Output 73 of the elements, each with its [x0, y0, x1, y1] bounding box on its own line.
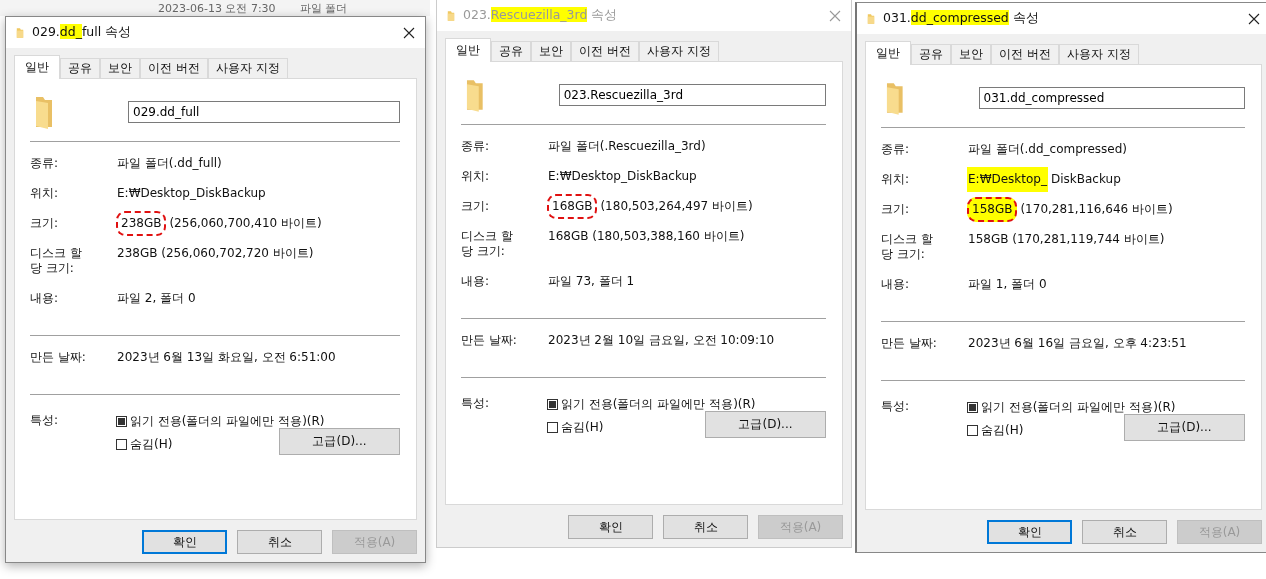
- tab[interactable]: 보안: [100, 58, 140, 78]
- name-field[interactable]: 029.dd_full: [128, 101, 400, 123]
- tab[interactable]: 일반: [865, 41, 911, 65]
- checkbox[interactable]: 숨김(H): [967, 422, 1024, 439]
- dialog-button[interactable]: 취소: [237, 530, 322, 554]
- tab[interactable]: 공유: [911, 44, 951, 64]
- window-title: 031.dd_compressed 속성: [883, 10, 1040, 27]
- dialog-button[interactable]: 확인: [142, 530, 227, 554]
- tab[interactable]: 사용자 지정: [1058, 44, 1139, 64]
- folder-icon: [465, 78, 485, 112]
- property-value: E:₩Desktop_DiskBackup: [547, 168, 698, 185]
- dialog-button[interactable]: 확인: [987, 520, 1072, 544]
- property-label: 크기:: [30, 216, 60, 231]
- file-list-text: 2023-06-13 오전 7:30: [158, 1, 276, 16]
- property-value: 2023년 6월 13일 화요일, 오전 6:51:00: [116, 349, 337, 366]
- property-label: 특성:: [881, 399, 911, 415]
- property-value: 238GB (256,060,700,410 바이트): [116, 210, 325, 237]
- advanced-button[interactable]: 고급(D)...: [279, 428, 400, 455]
- tab[interactable]: 일반: [14, 55, 60, 79]
- property-value: 158GB (170,281,119,744 바이트): [967, 231, 1166, 248]
- checkbox[interactable]: 읽기 전용(폴더의 파일에만 적용)(R): [967, 399, 1176, 416]
- property-value: 파일 1, 폴더 0: [967, 276, 1048, 293]
- property-label: 종류:: [30, 156, 60, 171]
- property-value: 158GB (170,281,116,646 바이트): [967, 196, 1176, 223]
- checkbox[interactable]: 숨김(H): [116, 436, 173, 453]
- property-label: 내용:: [461, 274, 491, 289]
- folder-icon: [885, 81, 905, 115]
- property-value: 2023년 6월 16일 금요일, 오후 4:23:51: [967, 335, 1188, 352]
- property-label: 만든 날짜:: [881, 336, 938, 351]
- property-label: 위치:: [30, 186, 60, 201]
- property-value: 파일 폴더(.dd_full): [116, 155, 223, 172]
- property-value: 2023년 2월 10일 금요일, 오전 10:09:10: [547, 332, 776, 349]
- folder-icon: [34, 95, 54, 129]
- property-label: 내용:: [881, 277, 911, 292]
- property-value: 168GB (180,503,388,160 바이트): [547, 228, 746, 245]
- close-icon[interactable]: [1248, 12, 1260, 25]
- property-label: 디스크 할당 크기:: [461, 229, 514, 259]
- property-value: 파일 폴더(.Rescuezilla_3rd): [547, 138, 707, 155]
- folder-icon: [867, 12, 875, 25]
- property-label: 특성:: [30, 413, 60, 429]
- property-label: 디스크 할당 크기:: [881, 232, 934, 262]
- dialog-button[interactable]: 취소: [1082, 520, 1167, 544]
- folder-icon: [16, 26, 24, 39]
- property-value: 238GB (256,060,702,720 바이트): [116, 245, 315, 262]
- property-label: 크기:: [881, 202, 911, 217]
- property-value: E:₩Desktop_DiskBackup: [116, 185, 267, 202]
- property-label: 위치:: [881, 172, 911, 187]
- property-label: 내용:: [30, 291, 60, 306]
- property-value: 파일 2, 폴더 0: [116, 290, 197, 307]
- property-value: 파일 폴더(.dd_compressed): [967, 141, 1129, 158]
- tab[interactable]: 이전 버전: [991, 44, 1059, 64]
- name-field[interactable]: 031.dd_compressed: [978, 87, 1245, 109]
- property-label: 디스크 할당 크기:: [30, 246, 83, 276]
- window-title: 029.dd_full 속성: [32, 24, 133, 41]
- checkbox[interactable]: 읽기 전용(폴더의 파일에만 적용)(R): [116, 413, 325, 430]
- property-label: 위치:: [461, 169, 491, 184]
- property-label: 크기:: [461, 199, 491, 214]
- property-value: 파일 73, 폴더 1: [547, 273, 636, 290]
- property-label: 종류:: [461, 139, 491, 154]
- close-icon[interactable]: [403, 26, 415, 39]
- property-value: 168GB (180,503,264,497 바이트): [547, 193, 756, 220]
- tab[interactable]: 공유: [60, 58, 100, 78]
- tab[interactable]: 이전 버전: [140, 58, 208, 78]
- tab[interactable]: 보안: [951, 44, 991, 64]
- folder-icon: [447, 9, 455, 22]
- property-label: 만든 날짜:: [30, 350, 87, 365]
- property-label: 만든 날짜:: [461, 333, 518, 348]
- advanced-button[interactable]: 고급(D)...: [1124, 414, 1245, 441]
- property-value: E:₩Desktop_ DiskBackup: [967, 166, 1124, 193]
- file-list-text: 파일 폴더: [300, 1, 348, 16]
- property-label: 종류:: [881, 142, 911, 157]
- tab[interactable]: 사용자 지정: [207, 58, 288, 78]
- property-label: 특성:: [461, 396, 491, 412]
